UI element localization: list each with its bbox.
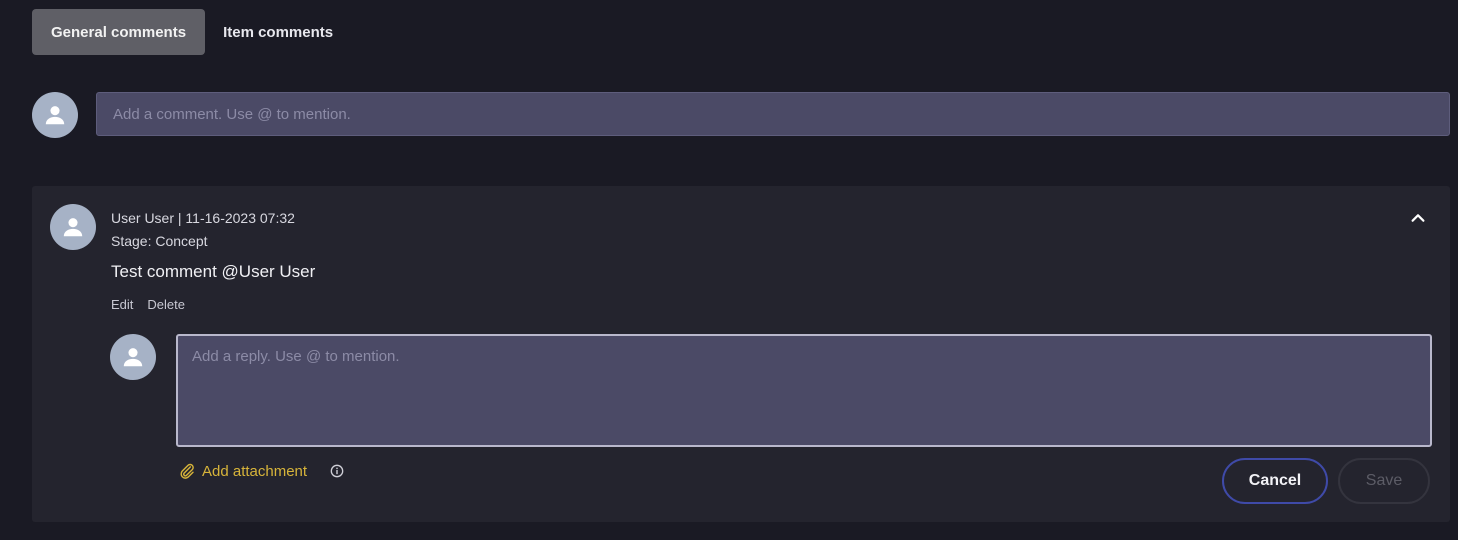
- reply-input[interactable]: [176, 334, 1432, 447]
- paperclip-icon: [180, 463, 194, 479]
- tab-item-comments[interactable]: Item comments: [205, 9, 333, 55]
- comment-author-avatar: [50, 204, 96, 250]
- save-button[interactable]: Save: [1338, 458, 1430, 504]
- comment-tabs: General comments Item comments: [32, 9, 333, 55]
- comment-author-date: User User | 11-16-2023 07:32: [111, 210, 295, 226]
- tab-general-comments[interactable]: General comments: [32, 9, 206, 55]
- delete-link[interactable]: Delete: [147, 297, 185, 312]
- comment-input[interactable]: [96, 92, 1450, 136]
- comment-card: User User | 11-16-2023 07:32 Stage: Conc…: [32, 186, 1450, 522]
- user-silhouette-icon: [45, 106, 65, 125]
- avatar: [32, 92, 78, 138]
- collapse-comment-button[interactable]: [1408, 208, 1428, 228]
- reply-avatar: [110, 334, 156, 380]
- chevron-up-icon: [1411, 214, 1425, 222]
- user-silhouette-icon: [123, 348, 143, 367]
- user-silhouette-icon: [63, 218, 83, 237]
- info-circle-icon[interactable]: [330, 464, 344, 478]
- add-attachment-link[interactable]: Add attachment: [178, 462, 307, 480]
- comment-stage: Stage: Concept: [111, 233, 208, 249]
- comment-text: Test comment @User User: [111, 262, 316, 281]
- comment-actions: Edit Delete: [111, 297, 185, 312]
- edit-link[interactable]: Edit: [111, 297, 133, 312]
- add-attachment-label: Add attachment: [202, 462, 308, 480]
- comment-meta: User User | 11-16-2023 07:32 Stage: Conc…: [111, 207, 295, 253]
- cancel-button[interactable]: Cancel: [1222, 458, 1328, 504]
